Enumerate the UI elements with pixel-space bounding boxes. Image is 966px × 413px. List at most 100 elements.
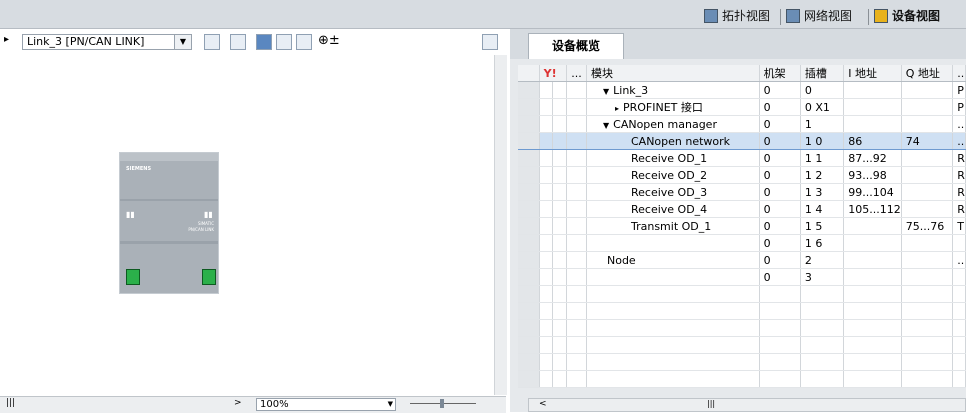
cell-q-address[interactable] (901, 251, 954, 269)
chevron-down-icon[interactable]: ▼ (174, 35, 191, 49)
cell-q-address[interactable] (901, 268, 954, 286)
cell-i-address[interactable] (843, 115, 902, 133)
cell-module[interactable] (586, 370, 760, 388)
header-more[interactable]: ... (566, 65, 587, 82)
cell-i-address[interactable] (843, 234, 902, 252)
header-rack[interactable]: 机架 (759, 65, 801, 82)
cell-q-address[interactable]: 75...76 (901, 217, 954, 235)
table-row[interactable] (518, 319, 966, 337)
cell-q-address[interactable] (901, 370, 954, 388)
table-row[interactable]: Transmit OD_1 0 1 5 75...76 T (518, 217, 966, 235)
table-row[interactable] (518, 370, 966, 388)
tab-topology-view[interactable]: 拓扑视图 (704, 7, 770, 25)
cell-module[interactable] (586, 336, 760, 354)
table-horizontal-scrollbar[interactable]: < ||| (528, 398, 966, 412)
port-x2-icon[interactable] (202, 269, 216, 285)
cell-i-address[interactable]: 93...98 (843, 166, 902, 184)
table-row[interactable] (518, 353, 966, 371)
port-x1-icon[interactable] (126, 269, 140, 285)
cell-q-address[interactable] (901, 166, 954, 184)
toggle-overview-button[interactable] (482, 34, 498, 50)
chevron-down-icon[interactable]: ▼ (388, 399, 393, 410)
cell-q-address[interactable] (901, 81, 954, 99)
cell-module[interactable]: Node (586, 251, 760, 269)
table-row[interactable]: ▼ Link_3 0 0 P (518, 81, 966, 99)
cell-module[interactable]: ▼ Link_3 (586, 81, 760, 99)
cell-i-address[interactable] (843, 98, 902, 116)
cell-module[interactable]: Receive OD_2 (586, 166, 760, 184)
scroll-left-icon[interactable]: < (539, 399, 547, 409)
cell-module[interactable] (586, 268, 760, 286)
cell-module[interactable]: Receive OD_3 (586, 183, 760, 201)
cell-i-address[interactable] (843, 319, 902, 337)
cell-i-address[interactable] (843, 217, 902, 235)
scroll-thumb[interactable]: ||| (6, 398, 15, 408)
tab-network-view[interactable]: 网络视图 (786, 7, 852, 25)
tab-device-view[interactable]: 设备视图 (874, 7, 940, 25)
table-row[interactable] (518, 336, 966, 354)
table-row[interactable]: Receive OD_1 0 1 1 87...92 R (518, 149, 966, 167)
table-row[interactable]: ▼ CANopen manager 0 1 .. (518, 115, 966, 133)
cell-module[interactable] (586, 234, 760, 252)
header-slot[interactable]: 插槽 (800, 65, 845, 82)
scroll-thumb[interactable]: ||| (707, 399, 715, 408)
cell-q-address[interactable] (901, 302, 954, 320)
table-row[interactable]: Receive OD_2 0 1 2 93...98 R (518, 166, 966, 184)
arrow-icon[interactable]: ▸ (4, 34, 9, 45)
table-row[interactable]: 0 1 6 (518, 234, 966, 252)
canvas-vertical-scrollbar[interactable] (494, 55, 507, 395)
table-row[interactable]: 0 3 (518, 268, 966, 286)
cell-q-address[interactable] (901, 319, 954, 337)
cell-q-address[interactable] (901, 98, 954, 116)
tree-toggle-icon[interactable]: ▸ (615, 104, 619, 113)
cell-module[interactable]: ▼ CANopen manager (586, 115, 760, 133)
show-module-labels-button[interactable] (230, 34, 246, 50)
cell-i-address[interactable] (843, 81, 902, 99)
zoom-select[interactable]: 100% ▼ (256, 398, 396, 411)
pn-can-link-module[interactable]: SIEMENS ▮▮ ▮▮ SIMATIC PN/CAN LINK (119, 152, 219, 294)
cell-module[interactable]: Receive OD_4 (586, 200, 760, 218)
cell-q-address[interactable] (901, 353, 954, 371)
overview-button[interactable] (296, 34, 312, 50)
device-canvas[interactable] (0, 55, 494, 395)
cell-q-address[interactable] (901, 285, 954, 303)
cell-q-address[interactable]: 74 (901, 132, 954, 150)
canvas-horizontal-scrollbar[interactable]: ||| > 100% ▼ (0, 396, 506, 413)
scroll-right-icon[interactable]: > (234, 398, 242, 408)
cell-q-address[interactable] (901, 200, 954, 218)
cell-i-address[interactable]: 87...92 (843, 149, 902, 167)
cell-i-address[interactable] (843, 353, 902, 371)
cell-i-address[interactable]: 99...104 (843, 183, 902, 201)
page-break-button[interactable] (256, 34, 272, 50)
zoom-slider-thumb[interactable] (440, 399, 444, 408)
header-i-address[interactable]: I 地址 (843, 65, 902, 82)
cell-module[interactable]: Receive OD_1 (586, 149, 760, 167)
table-row[interactable]: Receive OD_4 0 1 4 105...112 R (518, 200, 966, 218)
cell-q-address[interactable] (901, 183, 954, 201)
cell-i-address[interactable] (843, 336, 902, 354)
cell-q-address[interactable] (901, 234, 954, 252)
table-row[interactable]: Node 0 2 .. (518, 251, 966, 269)
cell-module[interactable] (586, 319, 760, 337)
grid-button[interactable] (276, 34, 292, 50)
table-row[interactable] (518, 285, 966, 303)
cell-i-address[interactable] (843, 370, 902, 388)
table-row[interactable]: CANopen network 0 1 0 86 74 .. (518, 132, 966, 150)
cell-i-address[interactable] (843, 302, 902, 320)
table-row[interactable]: ▸ PROFINET 接口 0 0 X1 P (518, 98, 966, 116)
cell-i-address[interactable]: 105...112 (843, 200, 902, 218)
cell-i-address[interactable]: 86 (843, 132, 902, 150)
tab-device-overview[interactable]: 设备概览 (528, 33, 624, 59)
cell-i-address[interactable] (843, 268, 902, 286)
cell-module[interactable]: Transmit OD_1 (586, 217, 760, 235)
header-extra[interactable]: .. (952, 65, 966, 82)
cell-q-address[interactable] (901, 336, 954, 354)
device-selector-dropdown[interactable]: Link_3 [PN/CAN LINK] ▼ (22, 34, 192, 50)
header-q-address[interactable]: Q 地址 (901, 65, 954, 82)
cell-module[interactable] (586, 302, 760, 320)
zoom-icon[interactable]: ⊕± (318, 33, 340, 48)
tree-toggle-icon[interactable]: ▼ (603, 121, 609, 130)
device-data-button[interactable] (204, 34, 220, 50)
cell-module[interactable] (586, 285, 760, 303)
header-module[interactable]: 模块 (586, 65, 760, 82)
